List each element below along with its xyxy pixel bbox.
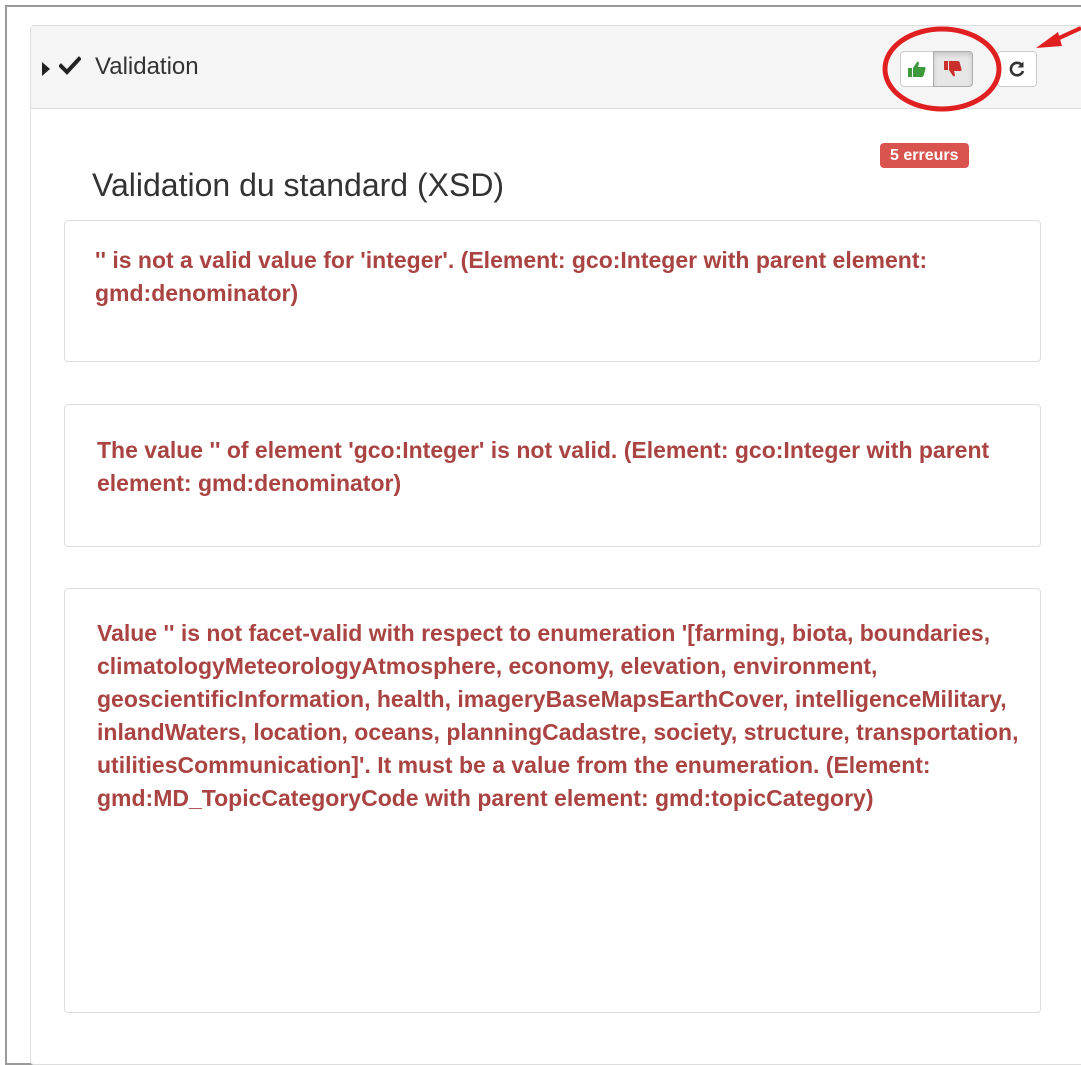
thumbs-up-button[interactable] — [900, 51, 934, 87]
caret-right-icon[interactable] — [42, 62, 50, 76]
error-count-badge: 5 erreurs — [880, 143, 969, 168]
validation-panel-header[interactable]: Validation — [31, 26, 1081, 109]
error-item: '' is not a valid value for 'integer'. (… — [64, 220, 1041, 362]
thumbs-up-icon — [908, 61, 926, 77]
screen: Validation 5 erreurs Validation du stand… — [0, 0, 1081, 1065]
error-message: The value '' of element 'gco:Integer' is… — [97, 437, 990, 496]
error-item: Value '' is not facet-valid with respect… — [64, 588, 1041, 1013]
refresh-button[interactable] — [997, 51, 1037, 87]
thumbs-down-button[interactable] — [933, 51, 973, 87]
validation-panel: Validation 5 erreurs Validation du stand… — [30, 25, 1081, 1065]
error-item: The value '' of element 'gco:Integer' is… — [64, 404, 1041, 547]
refresh-icon — [1009, 61, 1025, 77]
check-icon — [59, 56, 81, 75]
error-message: Value '' is not facet-valid with respect… — [97, 620, 1019, 811]
thumbs-down-icon — [944, 61, 962, 77]
section-title: Validation du standard (XSD) — [92, 167, 505, 203]
panel-title: Validation — [95, 53, 199, 80]
error-message: '' is not a valid value for 'integer'. (… — [95, 247, 928, 306]
